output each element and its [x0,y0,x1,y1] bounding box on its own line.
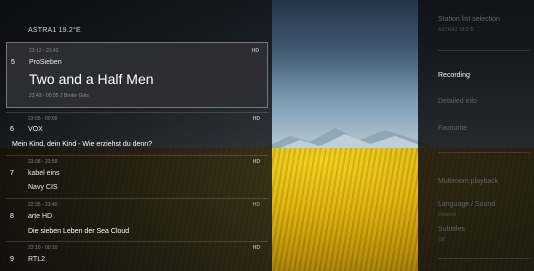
channel-name: kabel eins [28,170,60,177]
channel-time: 23:08 - 23:59 [28,159,58,165]
channel-number: 9 [10,256,14,263]
menu-station-list[interactable]: Station list selection [438,16,530,23]
satellite-title: ASTRA1 19.2°E [28,27,81,34]
channel-number: 8 [10,213,14,220]
options-menu: Station list selection ASTRA1 19.2°E Rec… [418,0,534,271]
channel-row-prosieben[interactable]: 23:12 - 23:43 HD 5 ProSieben Two and a H… [6,42,268,108]
programme-title: Navy CIS [28,184,58,191]
menu-divider [438,258,530,259]
menu-detailed-info[interactable]: Detailed info [438,98,530,105]
menu-multiroom-playback[interactable]: Multiroom playback [438,178,530,185]
menu-subtitles-value: Off [438,237,445,243]
channel-row-rtl2[interactable]: 23:10 - 00:10 HD 9 RTL2 [6,241,268,271]
channel-name: RTL2 [28,256,45,263]
hd-badge: HD [252,116,260,122]
menu-subtitles[interactable]: Subtitles [438,226,530,233]
hd-badge: HD [252,245,260,251]
channel-time: 22:35 - 23:40 [28,202,58,208]
channel-time: 23:05 - 00:00 [28,116,58,122]
channel-row-arte[interactable]: 22:35 - 23:40 HD 8 arte HD Die sieben Le… [6,198,268,240]
next-programme: 23:43 - 00:05 2 Broke Girls [29,93,89,99]
menu-station-list-value: ASTRA1 19.2°E [438,27,474,33]
channel-number: 7 [10,170,14,177]
channel-name: ProSieben [29,59,62,66]
programme-title: Die sieben Leben der Sea Cloud [28,228,130,235]
channel-number: 6 [10,126,14,133]
hd-badge: HD [252,159,260,165]
channel-name: VOX [28,126,43,133]
hd-badge: HD [251,48,259,54]
channel-row-vox[interactable]: 23:05 - 00:00 HD 6 VOX Mein Kind, dein K… [6,112,268,154]
programme-title: Mein Kind, dein Kind - Wie erziehst du d… [12,141,153,148]
menu-favourite[interactable]: Favourite [438,125,530,132]
channel-time: 23:10 - 00:10 [28,245,58,251]
menu-language[interactable]: Language / Sound [438,201,530,208]
menu-divider [438,152,530,153]
channel-name: arte HD [28,213,53,220]
hd-badge: HD [252,202,260,208]
menu-language-value: Deutsch [438,212,457,218]
channel-time: 23:12 - 23:43 [29,48,59,54]
channel-list-panel: ASTRA1 19.2°E 23:12 - 23:43 HD 5 ProSieb… [0,0,272,271]
programme-title: Two and a Half Men [29,71,154,87]
menu-divider [438,50,530,51]
menu-recording[interactable]: Recording [438,72,530,79]
channel-number: 5 [11,59,15,66]
channel-row-kabel-eins[interactable]: 23:08 - 23:59 HD 7 kabel eins Navy CIS [6,155,268,197]
